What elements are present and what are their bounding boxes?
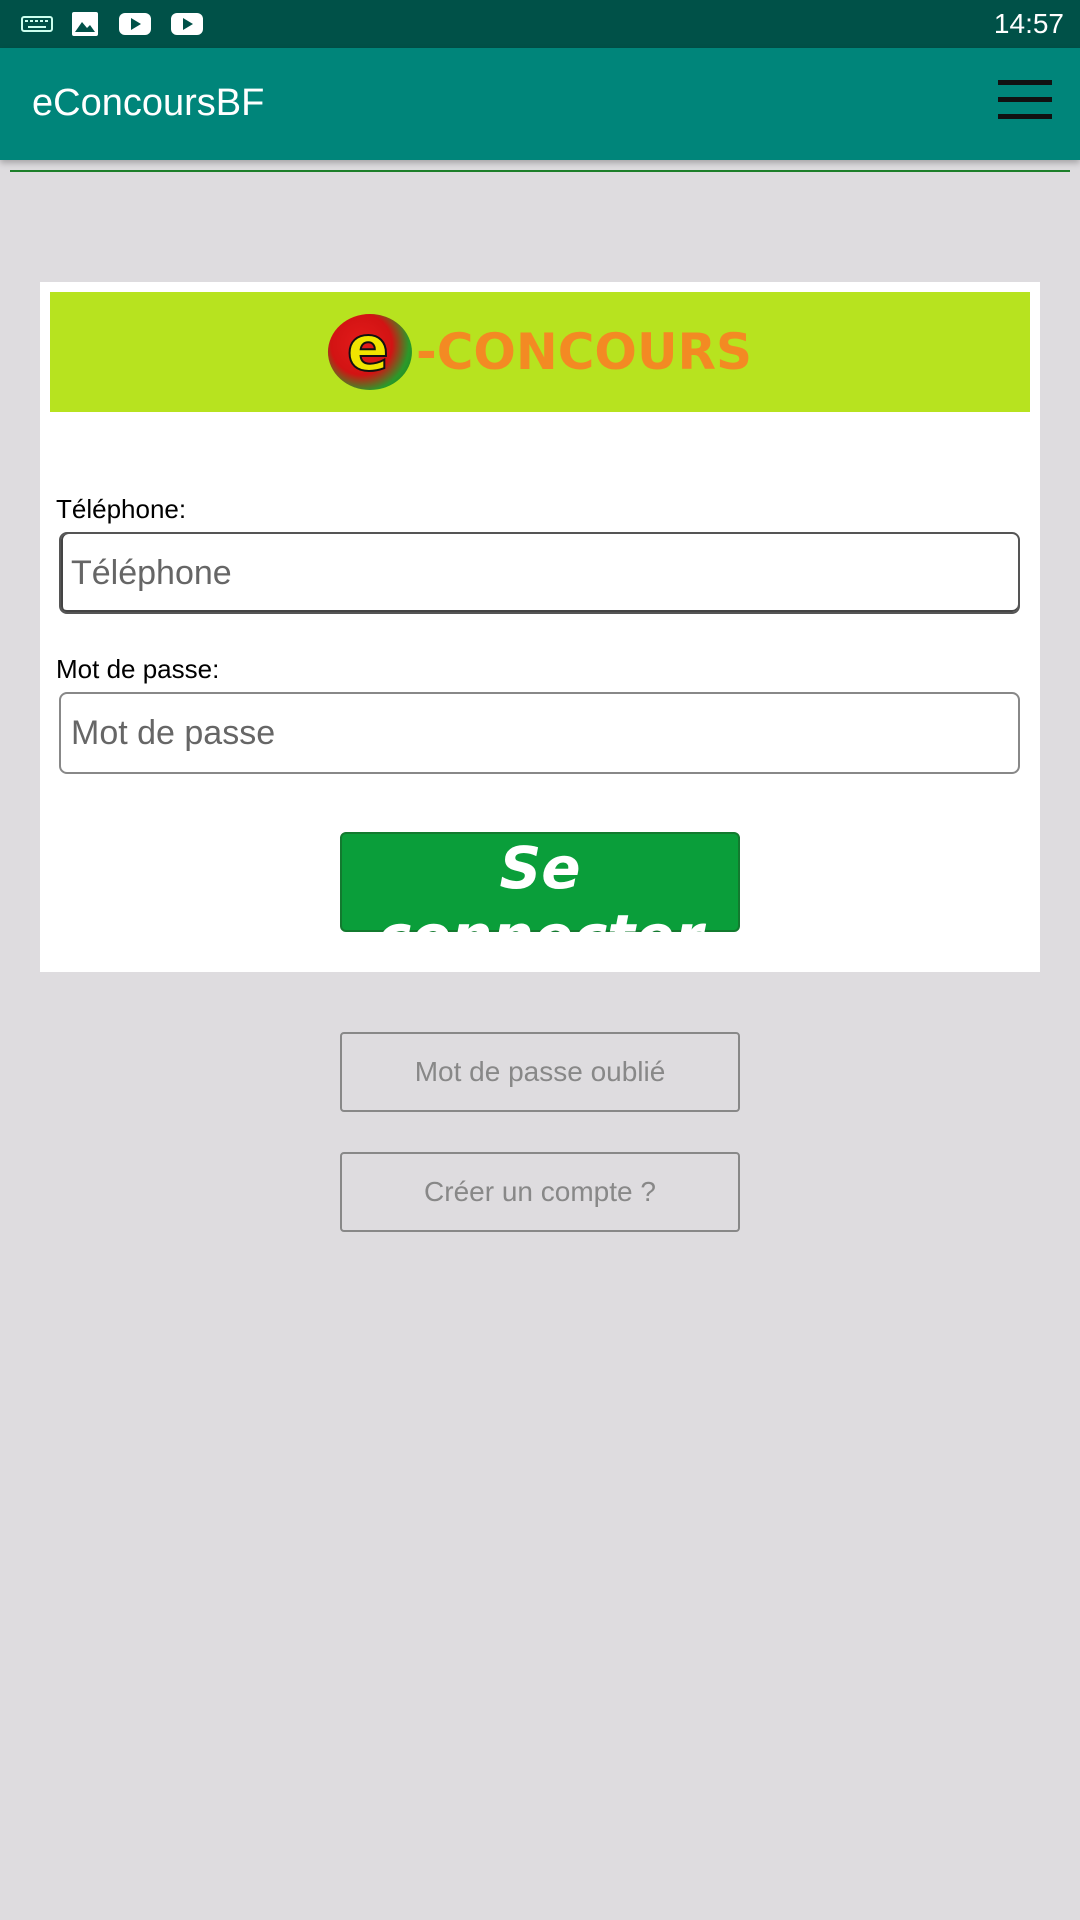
keyboard-icon (21, 16, 53, 32)
password-label: Mot de passe: (56, 654, 220, 684)
econcours-logo: e -CONCOURS (327, 312, 753, 390)
create-account-button[interactable]: Créer un compte ? (340, 1152, 740, 1232)
divider (10, 170, 1070, 172)
youtube-icon (119, 13, 151, 35)
phone-input[interactable] (59, 532, 1020, 614)
logo-letter: e (346, 312, 390, 385)
login-card: e -CONCOURS Téléphone: Mot de passe: Se … (40, 282, 1040, 972)
logo-circle-icon: e (327, 312, 412, 390)
status-time: 14:57 (993, 8, 1064, 39)
status-icons (20, 10, 206, 38)
youtube-icon (171, 13, 203, 35)
app-title: eConcoursBF (32, 82, 265, 124)
banner: e -CONCOURS (50, 292, 1030, 412)
hamburger-menu-icon[interactable] (998, 80, 1054, 128)
login-button[interactable]: Se connecter (340, 832, 740, 970)
image-icon (72, 12, 98, 36)
password-input[interactable] (59, 692, 1020, 774)
app-bar: eConcoursBF (0, 48, 1080, 160)
logo-text: -CONCOURS (415, 323, 753, 381)
forgot-password-button[interactable]: Mot de passe oublié (340, 1032, 740, 1112)
phone-label: Téléphone: (56, 494, 187, 524)
status-bar: 14:57 (0, 0, 1080, 48)
